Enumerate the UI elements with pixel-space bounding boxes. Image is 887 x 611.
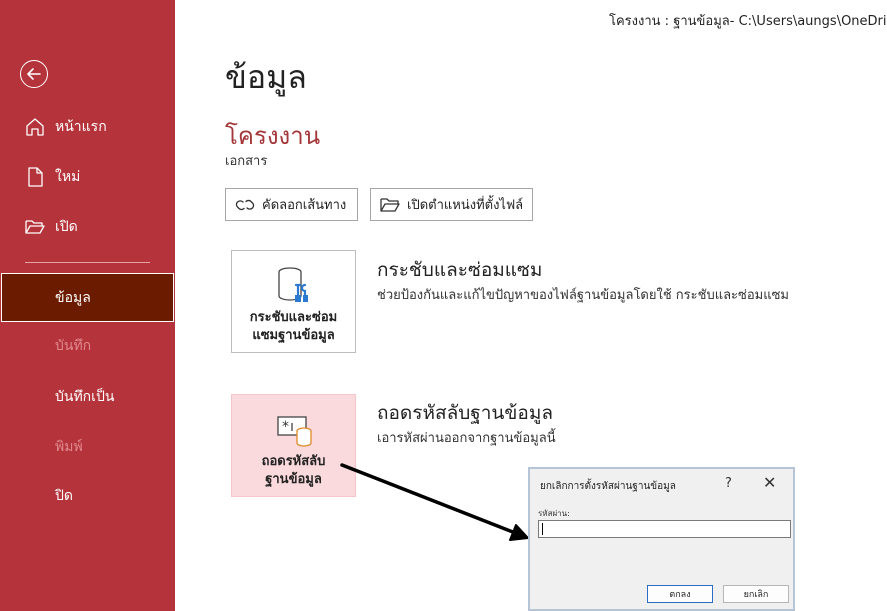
cancel-button[interactable]: ยกเลิก: [723, 585, 789, 603]
close-icon[interactable]: ✕: [763, 473, 776, 492]
help-button[interactable]: ?: [725, 476, 732, 491]
unset-password-dialog: ยกเลิกการตั้งรหัสผ่านฐานข้อมูล ? ✕ รหัสผ…: [528, 467, 795, 611]
password-label: รหัสผ่าน:: [538, 509, 570, 518]
ok-button[interactable]: ตกลง: [647, 585, 713, 603]
dialog-title: ยกเลิกการตั้งรหัสผ่านฐานข้อมูล: [540, 481, 676, 492]
text-caret: [542, 523, 543, 535]
password-input[interactable]: [538, 520, 791, 538]
